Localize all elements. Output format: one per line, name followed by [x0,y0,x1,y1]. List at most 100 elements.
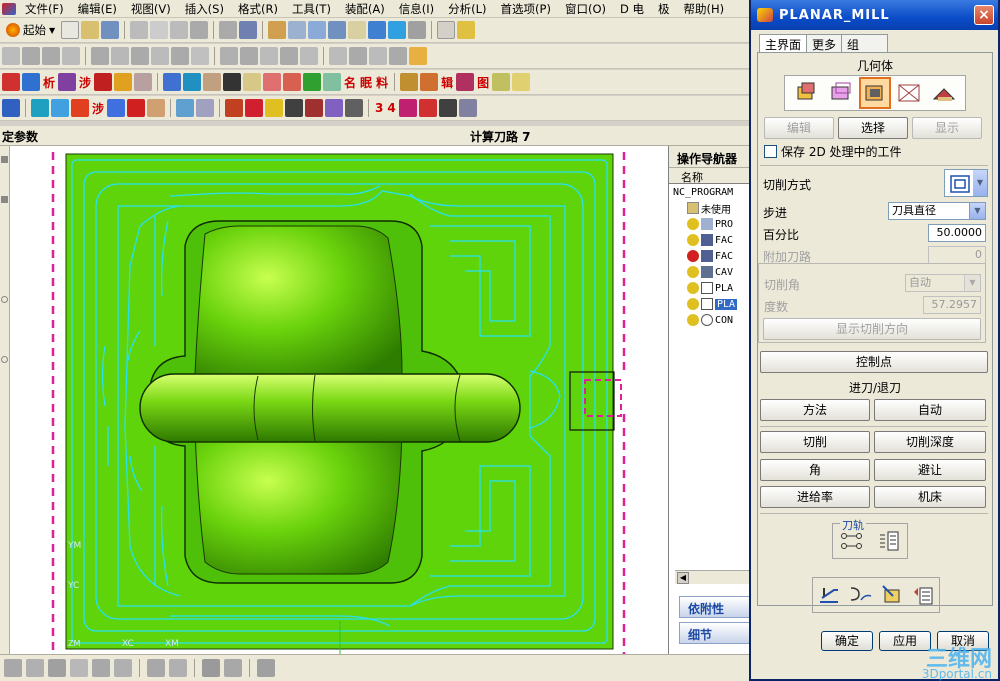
list-icon[interactable] [265,99,284,117]
menu-preferences[interactable]: 首选项(P) [494,1,558,17]
extra-passes-input[interactable]: 0 [928,246,986,264]
menu-tools[interactable]: 工具(T) [285,1,338,17]
tab-main[interactable]: 主界面 [759,34,808,53]
check-geometry-icon[interactable] [858,77,891,109]
navigator-h-scrollbar[interactable]: ◀ [675,570,751,584]
create-tool-icon[interactable] [127,99,146,117]
grid-icon[interactable] [58,73,77,91]
resource-icon[interactable] [1,156,8,163]
tree-item[interactable]: PRO [673,216,750,232]
cut-angle-select[interactable]: 自动 ▼ [905,274,981,292]
sketch-icon[interactable] [2,47,20,65]
delete-icon[interactable] [190,21,209,39]
face-icon[interactable] [169,659,187,677]
resource-icon[interactable] [1,196,8,203]
flag-icon[interactable] [369,47,387,65]
new-file-icon[interactable] [61,21,80,39]
core-icon[interactable] [114,73,133,91]
save-2d-ipw-checkbox[interactable] [764,145,777,158]
percent-input[interactable]: 50.0000 [928,224,986,242]
avoidance-button[interactable]: 避让 [874,459,986,481]
surface-icon[interactable] [283,73,302,91]
fold-icon[interactable] [398,99,417,117]
program-icon[interactable] [2,99,20,117]
verify-toolpath-icon[interactable] [879,582,905,608]
offset-icon[interactable] [300,47,318,65]
graphics-window[interactable]: YM YC XC XM ZM [10,146,668,654]
layer-icon[interactable] [437,21,456,39]
start-button[interactable]: 起始 ▼ [2,22,59,38]
solid-icon[interactable] [202,659,220,677]
generate-toolpath-icon[interactable] [816,582,842,608]
dialog-title-bar[interactable]: PLANAR_MILL [751,0,998,30]
scroll-left-icon[interactable]: ◀ [677,572,689,584]
section-details[interactable]: 细节 [679,622,751,644]
options-icon[interactable] [458,99,477,117]
view-3-label[interactable]: 3 [374,101,384,115]
trim-geometry-icon[interactable] [895,79,923,107]
ejector-icon[interactable] [420,73,439,91]
method-view-icon[interactable] [71,99,89,117]
pan-icon[interactable] [348,21,367,39]
menu-electrode[interactable]: D 电 [613,1,651,17]
frame-icon[interactable] [456,73,475,91]
menu-assembly[interactable]: 装配(A) [338,1,392,17]
select-filter-icon[interactable] [4,659,22,677]
replay-icon[interactable] [245,99,264,117]
revolve-icon[interactable] [42,47,60,65]
resource-icon[interactable] [1,356,8,363]
create-method-icon[interactable] [176,99,195,117]
part-geometry-icon[interactable] [792,79,820,107]
tree-item[interactable]: FAC [673,248,750,264]
fit-icon[interactable] [268,21,287,39]
control-points-button[interactable]: 控制点 [760,351,988,373]
close-x-icon[interactable] [223,73,242,91]
create-geometry-icon[interactable] [147,99,166,117]
floor-geometry-icon[interactable] [930,79,958,107]
tree-item[interactable]: PLA [673,280,750,296]
pencil-icon[interactable] [457,21,476,39]
tree-item[interactable]: FAC [673,232,750,248]
ok-button[interactable]: 确定 [821,631,873,651]
cut-method-dropdown[interactable]: ▼ [944,169,988,197]
intersect-icon[interactable] [48,659,66,677]
save-2d-ipw-row[interactable]: 保存 2D 处理中的工件 [764,143,902,160]
drawing-tool-label[interactable]: 图 [476,74,490,91]
cut-depth-button[interactable]: 切削深度 [874,431,986,453]
replay-toolpath-icon[interactable] [847,582,873,608]
tree-item[interactable]: CAV [673,264,750,280]
simulate-icon[interactable] [305,99,324,117]
table-icon[interactable] [196,99,215,117]
chamfer-icon[interactable] [240,47,258,65]
step-tool-label-2[interactable]: 涉 [91,100,105,117]
zoom-area-icon[interactable] [288,21,307,39]
step-tool-label[interactable]: 涉 [78,74,92,91]
midpoint-icon[interactable] [92,659,110,677]
cutting-button[interactable]: 切削 [760,431,870,453]
point-icon[interactable] [26,659,44,677]
link-icon[interactable] [203,73,222,91]
feeds-button[interactable]: 进给率 [760,486,870,508]
body-icon[interactable] [224,659,242,677]
navigator-column-name[interactable]: 名称 [669,168,750,184]
chevron-down-icon[interactable]: ▼ [969,203,985,219]
edit-button[interactable]: 编辑 [764,117,834,139]
menu-extra[interactable]: 极 [651,1,677,17]
close-icon[interactable]: × [974,5,994,25]
workpiece-icon[interactable] [163,73,182,91]
rotate-icon[interactable] [328,21,347,39]
show-cut-direction-button[interactable]: 显示切削方向 [763,318,981,340]
lamp-icon[interactable] [512,73,531,91]
move-icon[interactable] [257,659,275,677]
mold-wizard-icon[interactable] [2,73,20,91]
view-orient-icon[interactable] [368,21,387,39]
stepover-select[interactable]: 刀具直径 ▼ [888,202,986,220]
insert-icon[interactable] [323,73,342,91]
zoom-icon[interactable] [308,21,327,39]
tree-root[interactable]: NC_PROGRAM [673,184,750,200]
plus-icon[interactable] [492,73,511,91]
menu-edit[interactable]: 编辑(E) [71,1,124,17]
shell-icon[interactable] [260,47,278,65]
shop-doc-icon[interactable] [345,99,364,117]
paste-icon[interactable] [170,21,189,39]
